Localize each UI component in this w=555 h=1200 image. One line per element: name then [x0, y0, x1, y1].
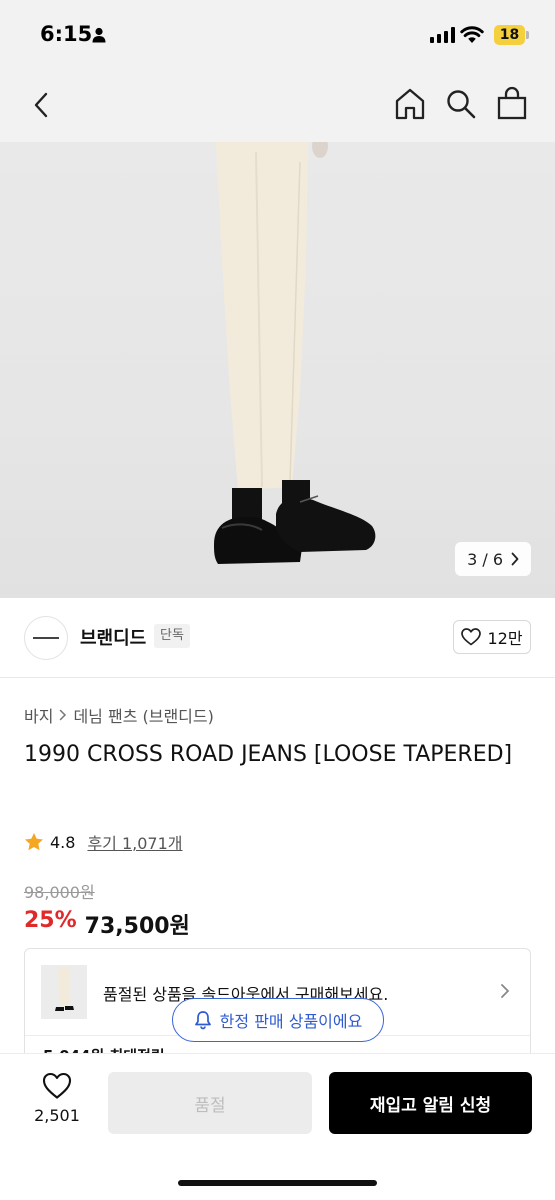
battery-indicator: 18: [494, 25, 525, 45]
product-photo-illustration: [214, 142, 376, 564]
rating-value: 4.8: [50, 832, 76, 852]
star-icon: [25, 833, 43, 851]
original-price: 98,000원: [24, 883, 95, 902]
breadcrumb: 바지 데님 팬츠 (브랜디드): [24, 703, 214, 727]
discount-rate: 25%: [24, 908, 77, 933]
bottom-action-bar: 2,501 품절 재입고 알림 신청: [0, 1054, 555, 1200]
search-icon[interactable]: [445, 88, 477, 120]
exclusive-badge: 단독: [154, 624, 190, 648]
soldout-product-thumbnail: [41, 965, 87, 1019]
limited-sale-badge[interactable]: 한정 판매 상품이에요: [172, 998, 384, 1042]
status-time: 6:15: [40, 22, 93, 46]
review-count-link[interactable]: 후기 1,071개: [87, 830, 182, 854]
status-bar: 6:15 18: [0, 0, 555, 70]
heart-icon: [461, 628, 482, 646]
brand-name[interactable]: 브랜디드: [80, 624, 146, 650]
sale-price-row: 25% 73,500원: [24, 908, 190, 940]
soldout-button: 품절: [108, 1072, 312, 1134]
product-title: 1990 CROSS ROAD JEANS [LOOSE TAPERED]: [24, 742, 513, 767]
brand-like-button[interactable]: 12만: [453, 620, 531, 654]
wishlist-count: 2,501: [34, 1106, 80, 1125]
brand-like-count: 12만: [487, 629, 523, 648]
sale-price: 73,500원: [84, 914, 190, 939]
image-counter-label: 3 / 6: [467, 549, 503, 569]
person-icon: [92, 27, 106, 43]
restock-alert-button[interactable]: 재입고 알림 신청: [329, 1072, 532, 1134]
brand-row: 브랜디드 단독 12만: [0, 598, 555, 678]
brand-logo[interactable]: [24, 616, 68, 660]
wishlist-button[interactable]: 2,501: [24, 1072, 90, 1136]
rating-row: 4.8 후기 1,071개: [24, 830, 183, 854]
limited-sale-label: 한정 판매 상품이에요: [219, 1012, 363, 1031]
cellular-signal-icon: [430, 27, 455, 43]
image-counter[interactable]: 3 / 6: [455, 542, 531, 576]
heart-icon: [42, 1072, 72, 1099]
wifi-icon: [460, 26, 484, 43]
nav-bar: [0, 70, 555, 142]
chevron-right-icon: [60, 709, 67, 721]
bell-icon: [194, 1011, 211, 1030]
chevron-right-icon: [501, 984, 509, 998]
battery-tip: [526, 31, 529, 39]
home-indicator: [178, 1180, 377, 1186]
chevron-right-icon: [511, 552, 519, 566]
back-icon[interactable]: [28, 90, 54, 120]
shopping-bag-icon[interactable]: [496, 86, 528, 120]
breadcrumb-category[interactable]: 바지: [24, 703, 53, 727]
breadcrumb-subcategory[interactable]: 데님 팬츠 (브랜디드): [73, 703, 213, 727]
home-icon[interactable]: [394, 87, 426, 121]
product-image[interactable]: 3 / 6: [0, 142, 555, 598]
